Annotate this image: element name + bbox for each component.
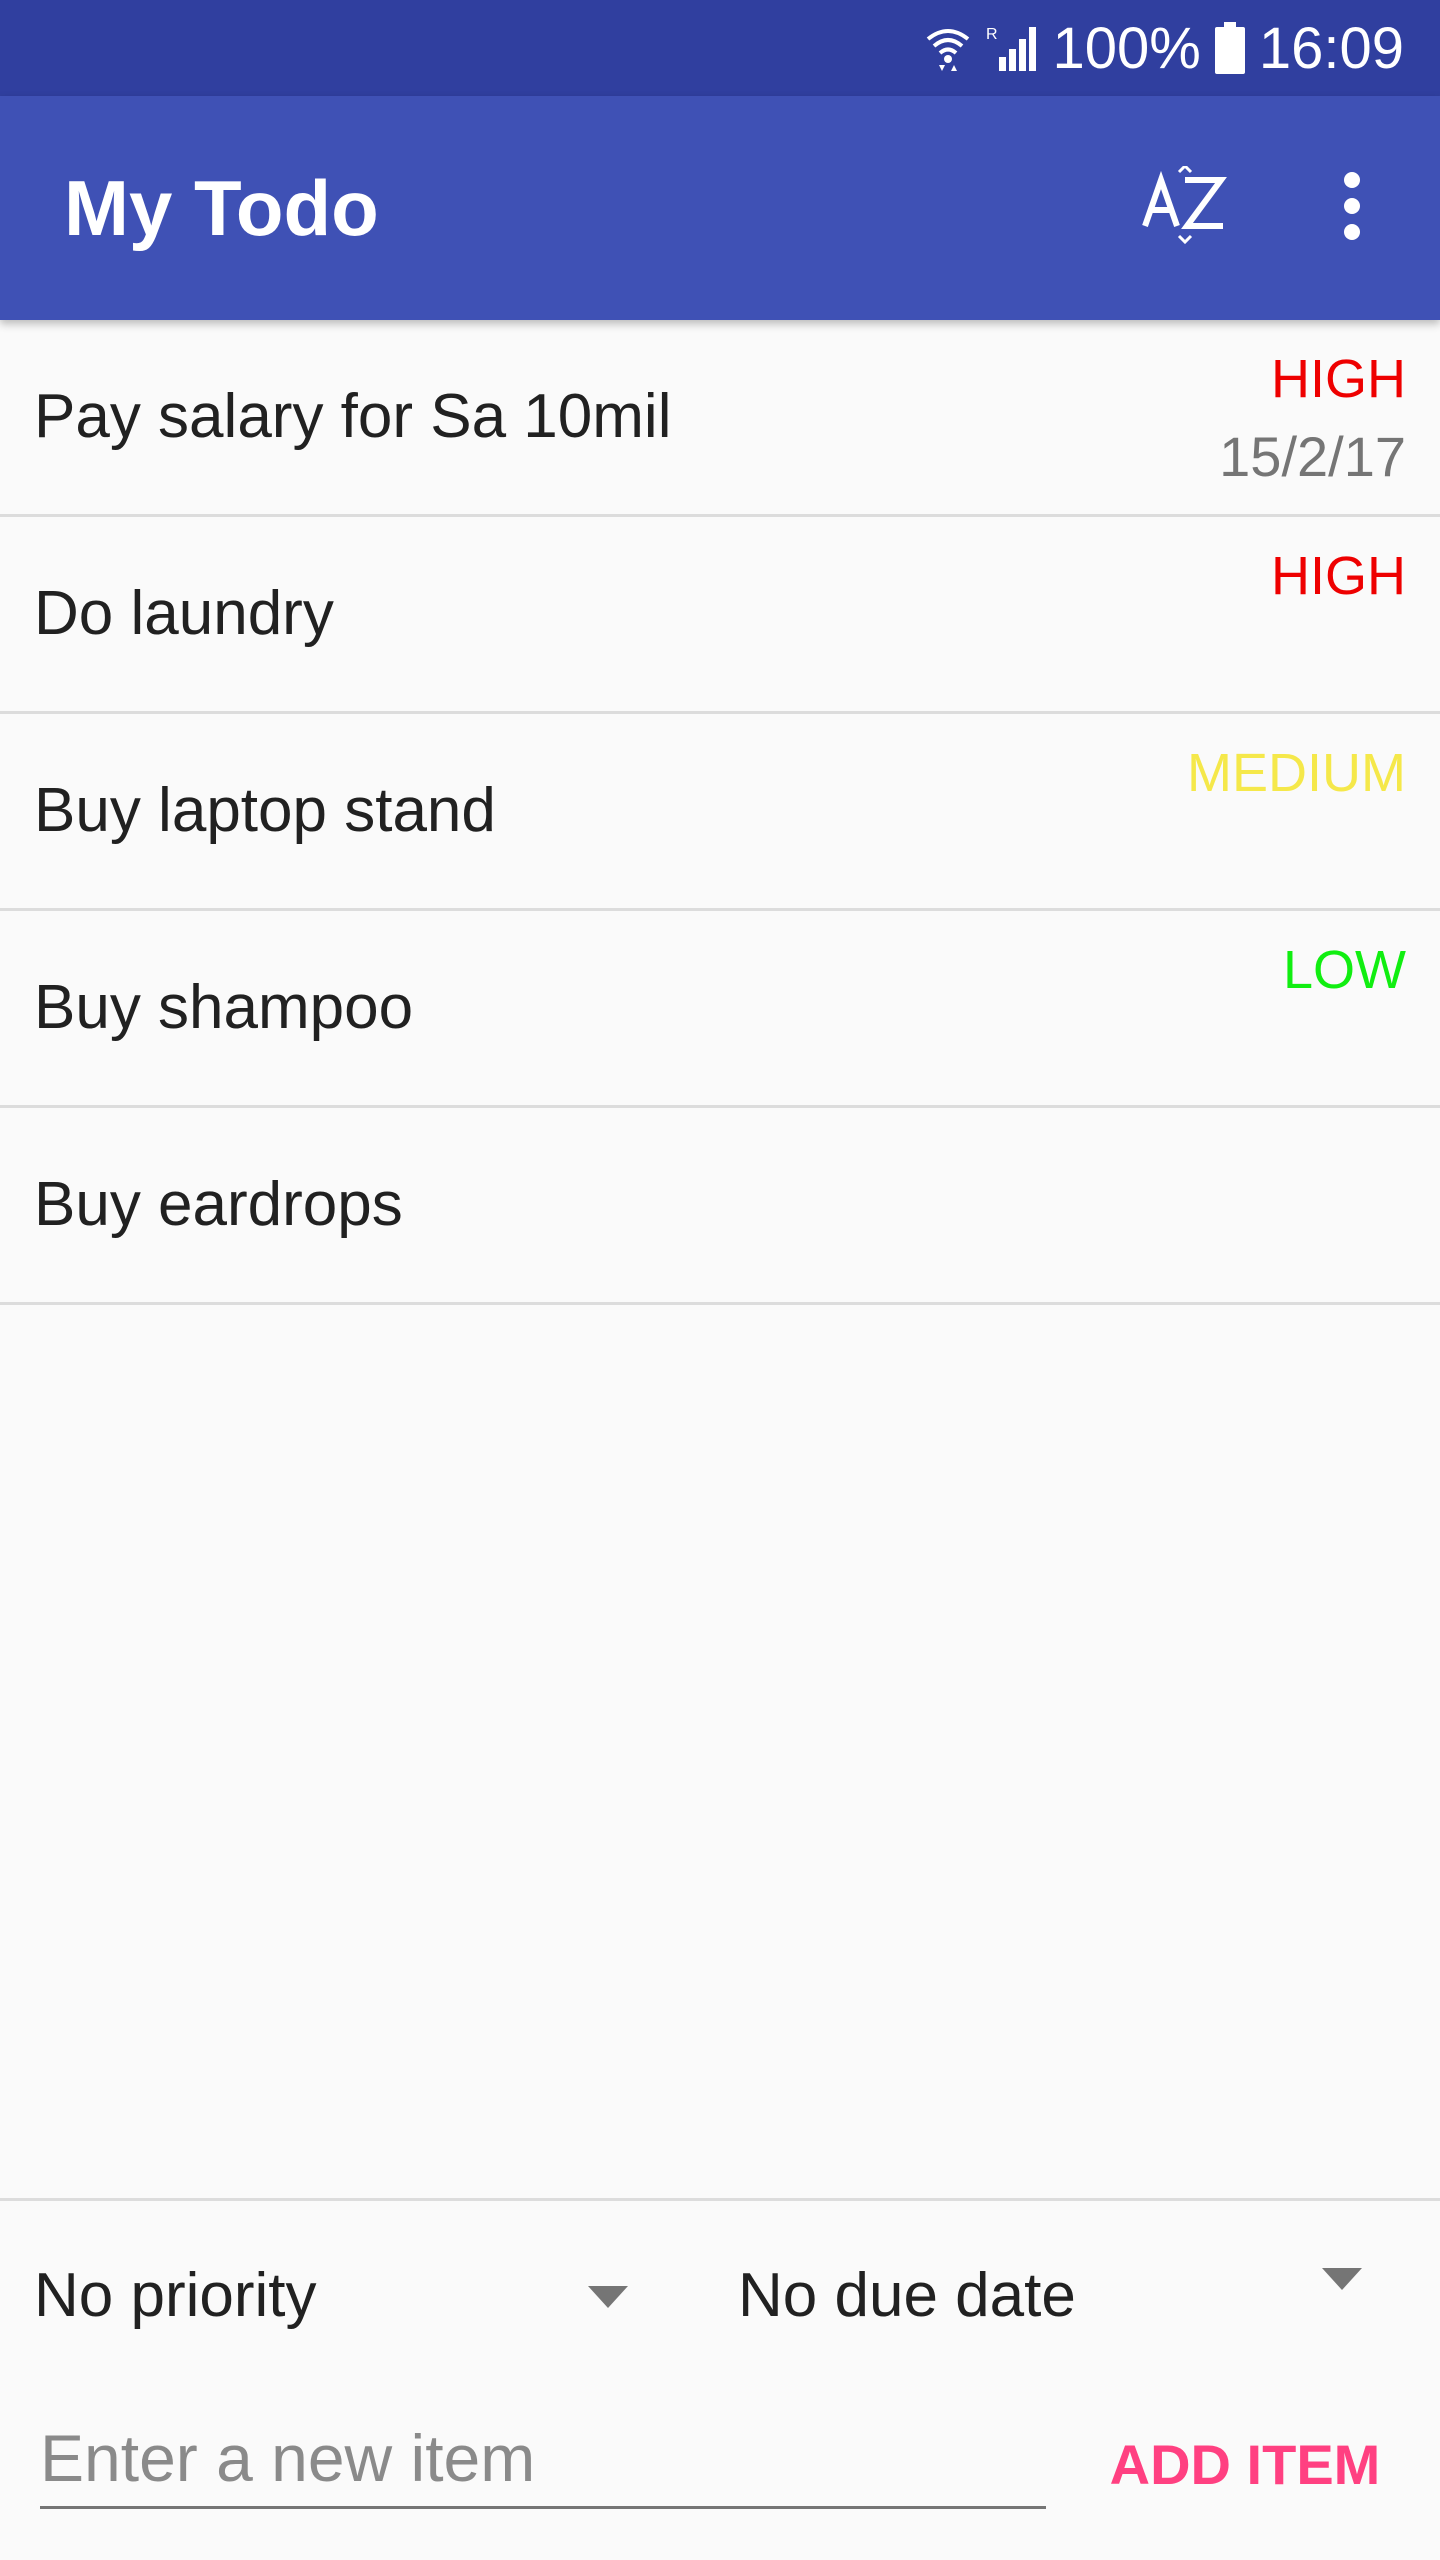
todo-item[interactable]: Buy laptop stand MEDIUM — [0, 714, 1440, 911]
todo-item[interactable]: Pay salary for Sa 10mil HIGH 15/2/17 — [0, 320, 1440, 517]
todo-item-text: Do laundry — [34, 579, 334, 648]
app-bar: My Todo — [0, 96, 1440, 320]
todo-item[interactable]: Do laundry HIGH — [0, 517, 1440, 714]
battery-percentage: 100% — [1052, 15, 1201, 81]
add-item-button[interactable]: ADD ITEM — [1090, 2410, 1400, 2520]
priority-label: LOW — [1282, 940, 1406, 1000]
new-item-input[interactable] — [40, 2410, 1046, 2509]
dropdown-arrow-icon — [588, 2286, 628, 2308]
status-icons: R 100% 16:09 — [925, 0, 1404, 96]
sort-button[interactable] — [1120, 152, 1248, 264]
due-date-dropdown[interactable]: No due date — [700, 2236, 1420, 2356]
status-bar: R 100% 16:09 — [0, 0, 1440, 96]
priority-dropdown[interactable]: No priority — [0, 2236, 680, 2356]
priority-label: MEDIUM — [1187, 743, 1406, 803]
signal-icon: R — [985, 23, 1039, 73]
todo-item-text: Buy shampoo — [34, 973, 414, 1042]
todo-list: Pay salary for Sa 10mil HIGH 15/2/17 Do … — [0, 320, 1440, 1305]
battery-icon — [1214, 22, 1245, 74]
clock: 16:09 — [1258, 15, 1404, 81]
priority-dropdown-value: No priority — [34, 2261, 317, 2330]
more-vert-icon — [1340, 170, 1364, 247]
wifi-icon — [925, 23, 971, 73]
priority-label: HIGH — [1271, 349, 1406, 409]
todo-item[interactable]: Buy shampoo LOW — [0, 911, 1440, 1108]
due-date-label: 15/2/17 — [1219, 425, 1406, 488]
svg-text:R: R — [986, 26, 998, 43]
todo-item[interactable]: Buy eardrops — [0, 1108, 1440, 1305]
priority-label: HIGH — [1271, 546, 1406, 606]
due-date-dropdown-value: No due date — [738, 2261, 1076, 2330]
sort-az-icon — [1139, 163, 1229, 251]
bottom-divider — [0, 2198, 1440, 2201]
dropdown-arrow-icon — [1322, 2268, 1362, 2290]
todo-item-text: Buy laptop stand — [34, 776, 496, 845]
todo-item-text: Buy eardrops — [34, 1170, 403, 1239]
app-title: My Todo — [64, 164, 379, 252]
todo-item-text: Pay salary for Sa 10mil — [34, 382, 672, 451]
overflow-menu-button[interactable] — [1300, 152, 1404, 264]
